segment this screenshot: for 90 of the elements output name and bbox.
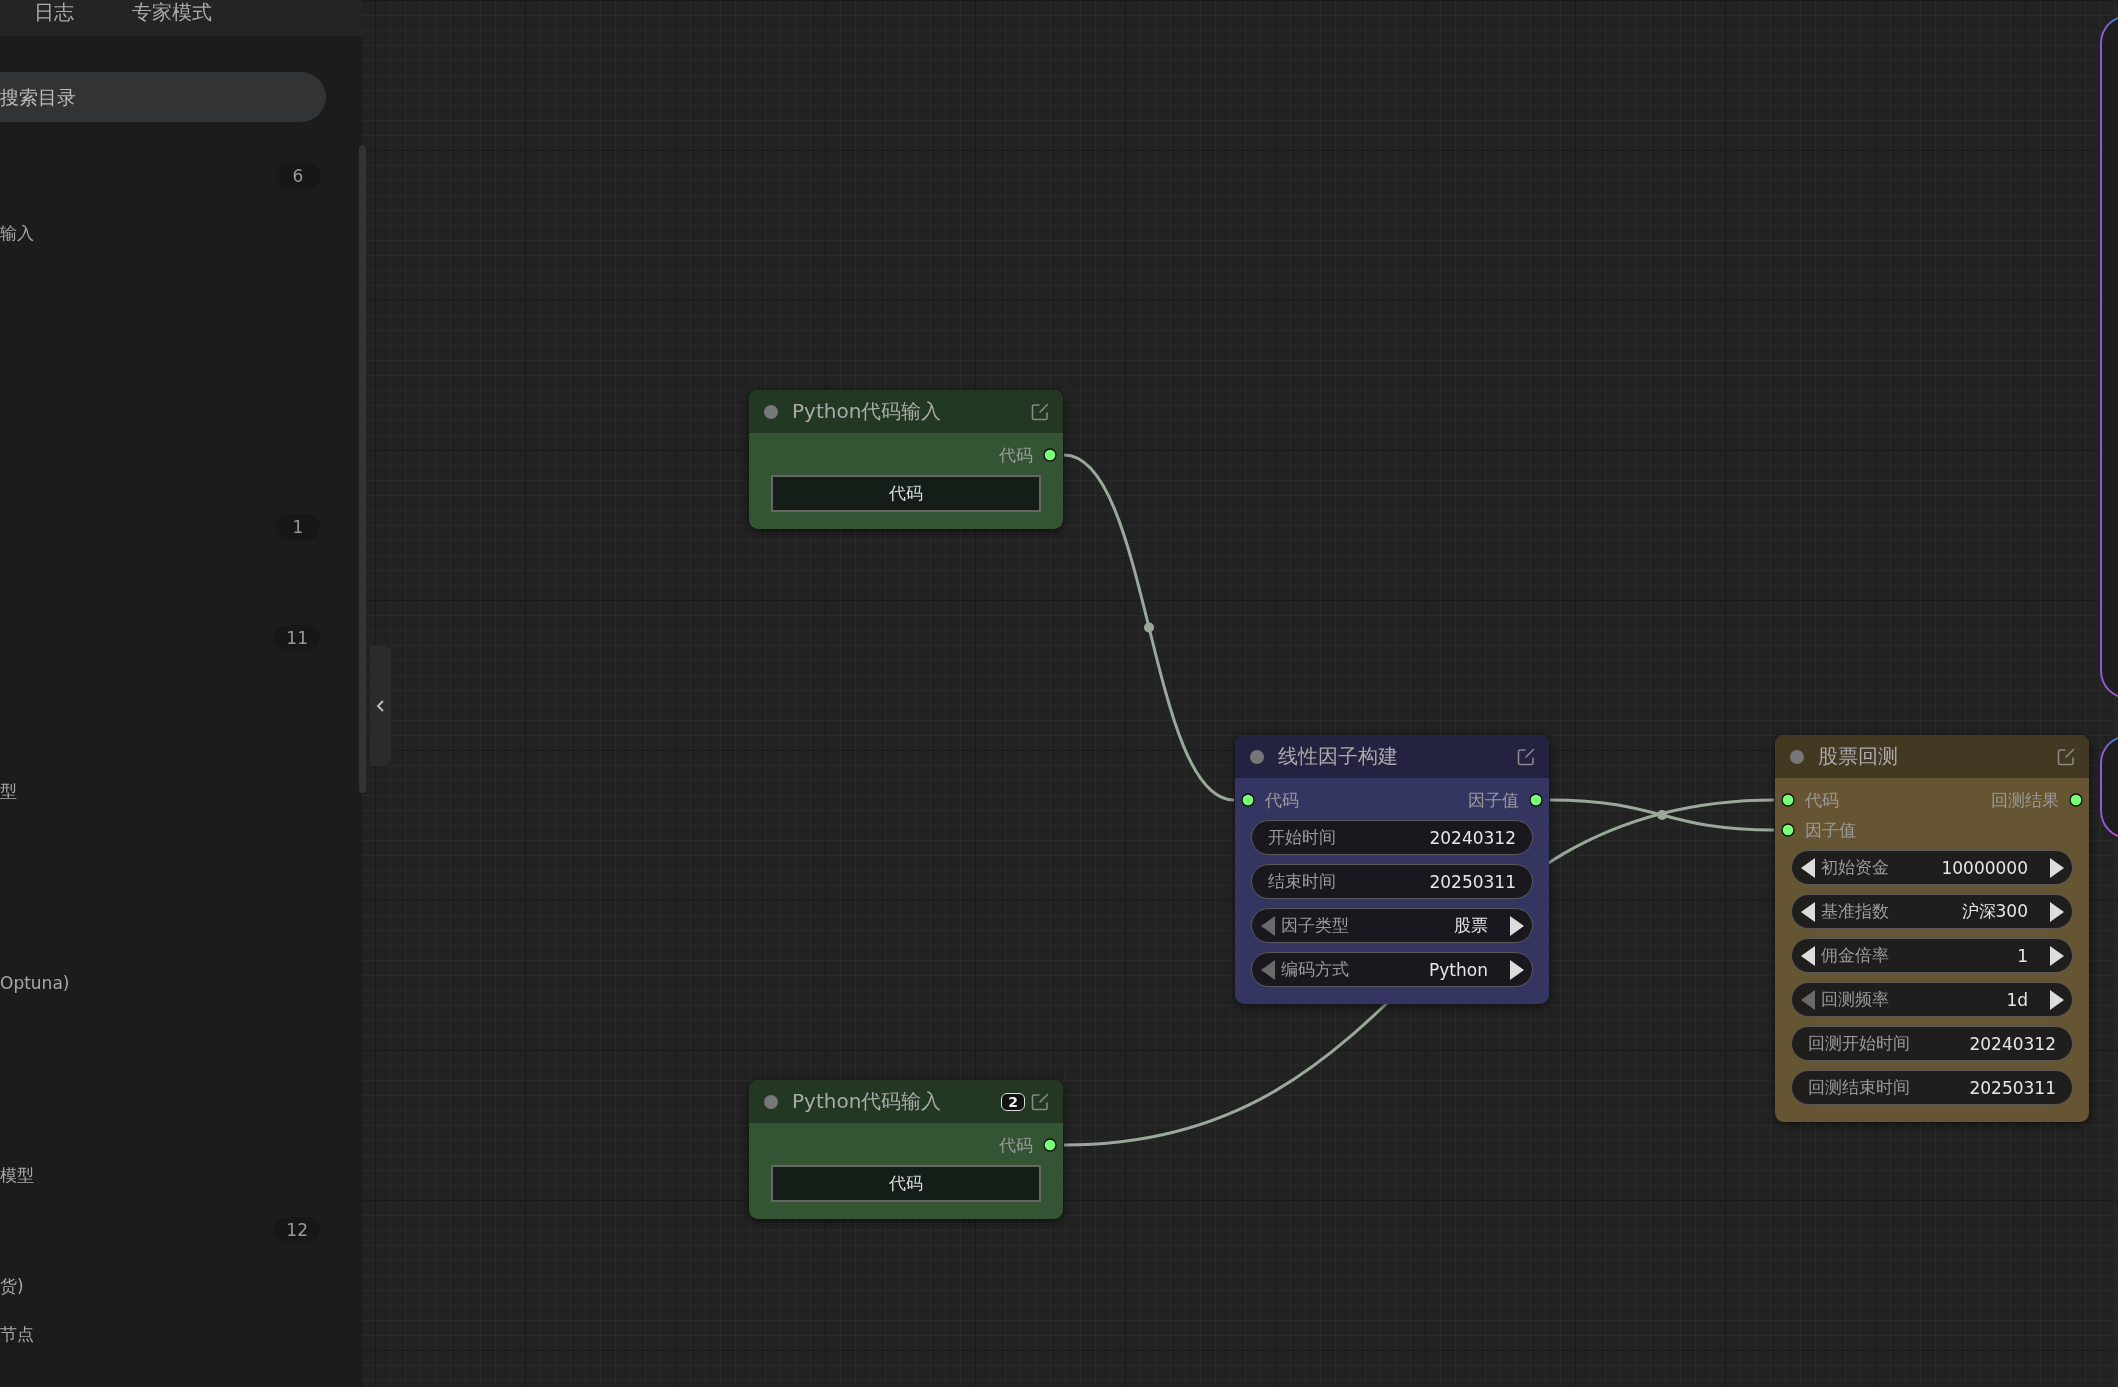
field-value: Python	[1429, 959, 1488, 980]
node-title: 线性因子构建	[1278, 743, 1399, 770]
value-stepper[interactable]: 初始资金 10000000	[1791, 850, 2073, 885]
port-label: 因子值	[1805, 818, 1856, 842]
arrow-left-icon[interactable]	[1801, 945, 1815, 966]
count-badge: 1	[276, 514, 320, 540]
connection-wire[interactable]	[1549, 798, 1775, 832]
sidebar-item[interactable]: Optuna)	[0, 973, 70, 993]
arrow-right-icon[interactable]	[2050, 857, 2064, 878]
sidebar-item[interactable]: 输入	[0, 221, 34, 245]
field-label: 回测开始时间	[1808, 1032, 1910, 1055]
value-field[interactable]: 开始时间 20240312	[1251, 820, 1533, 855]
status-dot-icon	[764, 1094, 778, 1109]
port-label: 代码	[1265, 788, 1299, 812]
field-value: 20240312	[1969, 1033, 2056, 1054]
port-label: 代码	[999, 1133, 1033, 1157]
port-dot-icon	[2069, 793, 2083, 807]
node-card[interactable]: 股票回测 代码 回测结果 因子值 初始资金 10000000 基准指数 沪深300 佣金倍率 1 回测频率 1d 回测开始时间 20240312 回测结束时间 20250311	[1775, 735, 2089, 1122]
node-title: Python代码输入	[792, 1088, 943, 1115]
status-dot-icon	[764, 404, 778, 419]
arrow-right-icon[interactable]	[1510, 959, 1524, 980]
chevron-left-icon	[375, 699, 386, 713]
field-value: 1	[2017, 945, 2028, 966]
node-title: Python代码输入	[792, 398, 943, 425]
collapse-handle[interactable]	[370, 646, 391, 766]
node-card[interactable]: Python代码输入 代码 代码	[749, 390, 1063, 529]
sidebar-item[interactable]: 型	[0, 779, 17, 803]
port-dot-icon	[1781, 823, 1795, 837]
field-value: 20250311	[1429, 871, 1516, 892]
node-title: 股票回测	[1818, 743, 1899, 770]
tab[interactable]: 专家模式	[132, 0, 212, 36]
port-dot-icon	[1781, 793, 1795, 807]
count-badge: 12	[274, 1217, 320, 1243]
arrow-right-icon[interactable]	[2050, 989, 2064, 1010]
value-field[interactable]: 回测开始时间 20240312	[1791, 1026, 2073, 1061]
code-button[interactable]: 代码	[771, 1165, 1041, 1202]
arrow-right-icon[interactable]	[2050, 945, 2064, 966]
connection-wire[interactable]	[1063, 453, 1235, 802]
scrollbar[interactable]	[359, 145, 366, 793]
edit-icon	[1031, 1092, 1049, 1111]
field-value: 20240312	[1429, 827, 1516, 848]
node-card[interactable]: Python代码输入 2 代码 代码	[749, 1080, 1063, 1219]
port-label: 回测结果	[1991, 788, 2059, 812]
count-badge: 6	[276, 163, 320, 189]
field-label: 初始资金	[1821, 856, 1889, 879]
field-value: 10000000	[1941, 857, 2028, 878]
count-badge: 11	[274, 625, 320, 651]
value-stepper[interactable]: 回测频率 1d	[1791, 982, 2073, 1017]
value-field[interactable]: 结束时间 20250311	[1251, 864, 1533, 899]
field-label: 因子类型	[1281, 914, 1349, 937]
arrow-left-icon[interactable]	[1801, 901, 1815, 922]
code-button[interactable]: 代码	[771, 475, 1041, 512]
port-dot-icon	[1241, 793, 1255, 807]
field-value: 20250311	[1969, 1077, 2056, 1098]
node-card[interactable]: 线性因子构建 代码 因子值 开始时间 20240312 结束时间 20250311 因子类型 股票 编码方式 Python	[1235, 735, 1549, 1004]
field-value: 沪深300	[1961, 900, 2028, 923]
port-dot-icon	[1043, 1138, 1057, 1152]
status-dot-icon	[1250, 749, 1264, 764]
value-stepper[interactable]: 佣金倍率 1	[1791, 938, 2073, 973]
edit-icon	[1031, 402, 1049, 421]
field-value: 1d	[2006, 989, 2028, 1010]
edit-icon	[1517, 747, 1535, 766]
field-label: 基准指数	[1821, 900, 1889, 923]
port-label: 代码	[1805, 788, 1839, 812]
sidebar-item[interactable]: 模型	[0, 1163, 34, 1187]
value-stepper[interactable]: 基准指数 沪深300	[1791, 894, 2073, 929]
field-label: 结束时间	[1268, 870, 1336, 893]
port-dot-icon	[1529, 793, 1543, 807]
arrow-left-icon[interactable]	[1801, 857, 1815, 878]
port-dot-icon	[1043, 448, 1057, 462]
field-label: 开始时间	[1268, 826, 1336, 849]
field-label: 编码方式	[1281, 958, 1349, 981]
value-stepper[interactable]: 编码方式 Python	[1251, 952, 1533, 987]
arrow-right-icon[interactable]	[1510, 915, 1524, 936]
search-field[interactable]: 搜索目录	[0, 72, 326, 122]
port-label: 因子值	[1468, 788, 1519, 812]
field-label: 回测结束时间	[1808, 1076, 1910, 1099]
tab[interactable]: 日志	[34, 0, 74, 36]
field-value: 股票	[1454, 914, 1488, 937]
status-dot-icon	[1790, 749, 1804, 764]
sidebar-item[interactable]: 节点	[0, 1322, 34, 1346]
port-label: 代码	[999, 443, 1033, 467]
sidebar-item[interactable]: 货)	[0, 1274, 24, 1298]
count-badge: 2	[1001, 1092, 1025, 1111]
value-stepper[interactable]: 因子类型 股票	[1251, 908, 1533, 943]
edit-icon	[2057, 747, 2075, 766]
value-field[interactable]: 回测结束时间 20250311	[1791, 1070, 2073, 1105]
arrow-right-icon[interactable]	[2050, 901, 2064, 922]
field-label: 佣金倍率	[1821, 944, 1889, 967]
field-label: 回测频率	[1821, 988, 1889, 1011]
